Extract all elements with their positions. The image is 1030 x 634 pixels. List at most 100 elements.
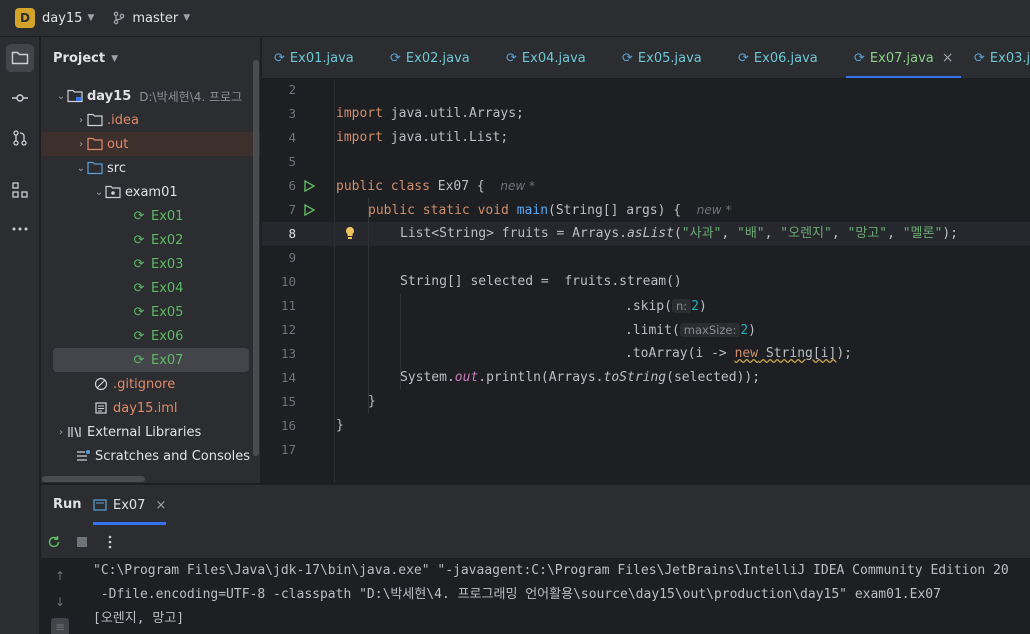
code-line-15: } (368, 394, 376, 409)
console-line: [오렌지, 망고] (93, 611, 185, 626)
tab-ex02[interactable]: ⟳ Ex02.java (390, 37, 470, 78)
tree-item-label: Ex05 (151, 304, 184, 320)
project-folder-icon[interactable] (6, 44, 34, 72)
tree-item-scratches[interactable]: Scratches and Consoles (41, 444, 260, 468)
tab-ex03[interactable]: ⟳ Ex03.ja (974, 37, 1030, 78)
code-line-7: public static void main(String[] args) {… (368, 203, 732, 218)
tree-item-ex05[interactable]: ⟳ Ex05 (41, 300, 260, 324)
line-number: 14 (280, 370, 296, 385)
rerun-icon[interactable] (41, 529, 67, 555)
java-class-icon: ⟳ (974, 50, 985, 66)
tree-item-path: D:\박세현\4. 프로그 (139, 89, 243, 104)
source-folder-icon (87, 160, 103, 176)
chevron-down-icon[interactable]: ▼ (183, 13, 190, 23)
line-number: 4 (288, 130, 296, 145)
arrow-up-icon[interactable]: ↑ (51, 567, 69, 585)
tree-item-ex02[interactable]: ⟳ Ex02 (41, 228, 260, 252)
tree-item-ex03[interactable]: ⟳ Ex03 (41, 252, 260, 276)
code-editor[interactable]: 2 3 4 5 6 7 8 9 10 11 12 13 14 15 16 17 … (262, 80, 1030, 483)
java-class-icon: ⟳ (854, 50, 865, 66)
tab-label: Ex02.java (405, 50, 470, 66)
tab-ex01[interactable]: ⟳ Ex01.java (274, 37, 354, 78)
close-icon[interactable]: × (155, 498, 166, 513)
scratches-icon (75, 448, 91, 464)
tree-item-label: day15.iml (113, 400, 178, 416)
line-number: 17 (280, 442, 296, 457)
arrow-down-icon[interactable]: ↓ (51, 593, 69, 611)
folder-icon (87, 112, 103, 128)
ignore-file-icon (93, 376, 109, 392)
run-tab-ex07[interactable]: Ex07 × (93, 485, 167, 525)
project-badge[interactable]: D (15, 8, 35, 28)
tree-item-label: Ex02 (151, 232, 184, 248)
java-class-icon: ⟳ (133, 304, 145, 320)
chevron-right-icon[interactable]: › (75, 115, 87, 126)
tab-ex05[interactable]: ⟳ Ex05.java (622, 37, 702, 78)
tree-item-src[interactable]: ⌄ src (41, 156, 260, 180)
java-class-icon: ⟳ (133, 352, 145, 368)
structure-icon[interactable] (6, 176, 34, 204)
more-icon[interactable] (6, 215, 34, 243)
line-number: 13 (280, 346, 296, 361)
chevron-down-icon[interactable]: ⌄ (55, 91, 67, 102)
project-scrollbar-vertical[interactable] (253, 60, 259, 456)
tree-item-iml[interactable]: day15.iml (41, 396, 260, 420)
tree-item-day15[interactable]: ⌄ day15 D:\박세현\4. 프로그 (41, 84, 260, 108)
soft-wrap-icon[interactable]: ≡ (51, 618, 69, 634)
pull-requests-icon[interactable] (6, 124, 34, 152)
lightbulb-icon[interactable] (344, 226, 356, 244)
tree-item-ex07[interactable]: ⟳ Ex07 (53, 348, 249, 372)
console-line: -Dfile.encoding=UTF-8 -classpath "D:\박세현… (93, 587, 941, 602)
branch-icon[interactable] (112, 11, 126, 25)
line-number: 2 (288, 82, 296, 97)
tree-item-label: Ex03 (151, 256, 184, 272)
tab-ex07[interactable]: ⟳ Ex07.java × (845, 37, 962, 78)
tab-label: Ex01.java (289, 50, 354, 66)
code-line-16: } (336, 418, 344, 433)
console-output[interactable]: ↑ ↓ ≡ "C:\Program Files\Java\jdk-17\bin\… (41, 558, 1030, 634)
branch-name[interactable]: master (132, 11, 178, 26)
tree-item-idea[interactable]: › .idea (41, 108, 260, 132)
console-line: "C:\Program Files\Java\jdk-17\bin\java.e… (93, 563, 1009, 578)
tree-item-out[interactable]: › out (41, 132, 260, 156)
project-name[interactable]: day15 (42, 11, 82, 26)
tab-ex06[interactable]: ⟳ Ex06.java (738, 37, 818, 78)
chevron-down-icon[interactable]: ⌄ (93, 187, 105, 198)
tree-item-ex06[interactable]: ⟳ Ex06 (41, 324, 260, 348)
close-icon[interactable]: × (942, 50, 954, 66)
line-number: 15 (280, 394, 296, 409)
tree-item-gitignore[interactable]: .gitignore (41, 372, 260, 396)
tree-item-label: Ex07 (151, 352, 184, 368)
tree-item-label: Ex01 (151, 208, 184, 224)
java-class-icon: ⟳ (274, 50, 285, 66)
chevron-down-icon[interactable]: ⌄ (75, 163, 87, 174)
code-line-3: import java.util.Arrays; (336, 106, 524, 121)
line-number: 8 (288, 226, 296, 241)
chevron-right-icon[interactable]: › (55, 427, 67, 438)
libraries-icon (67, 424, 83, 440)
tab-ex04[interactable]: ⟳ Ex04.java (506, 37, 586, 78)
run-class-icon[interactable] (302, 174, 316, 198)
tree-item-external-libraries[interactable]: › External Libraries (41, 420, 260, 444)
tree-item-label: .gitignore (113, 376, 176, 392)
stop-icon[interactable] (69, 529, 95, 555)
more-vertical-icon[interactable] (97, 529, 123, 555)
code-line-14: System.out.println(Arrays.toString(selec… (400, 370, 761, 385)
chevron-down-icon[interactable]: ▼ (87, 13, 94, 23)
java-class-icon: ⟳ (390, 50, 401, 66)
run-main-icon[interactable] (302, 198, 316, 222)
project-panel-header[interactable]: Project ▼ (53, 51, 118, 66)
tree-item-ex04[interactable]: ⟳ Ex04 (41, 276, 260, 300)
tree-item-exam01[interactable]: ⌄ exam01 (41, 180, 260, 204)
chevron-right-icon[interactable]: › (75, 139, 87, 150)
chevron-down-icon[interactable]: ▼ (111, 54, 118, 64)
java-class-icon: ⟳ (133, 328, 145, 344)
code-line-6: public class Ex07 { new * (336, 179, 535, 194)
line-number: 6 (288, 178, 296, 193)
commit-icon[interactable] (6, 84, 34, 112)
project-scrollbar-horizontal[interactable] (42, 476, 145, 482)
code-line-8: List<String> fruits = Arrays.asList("사과"… (400, 226, 958, 241)
tree-item-ex01[interactable]: ⟳ Ex01 (41, 204, 260, 228)
indent-guide (368, 198, 369, 414)
tool-window-strip (0, 37, 40, 634)
